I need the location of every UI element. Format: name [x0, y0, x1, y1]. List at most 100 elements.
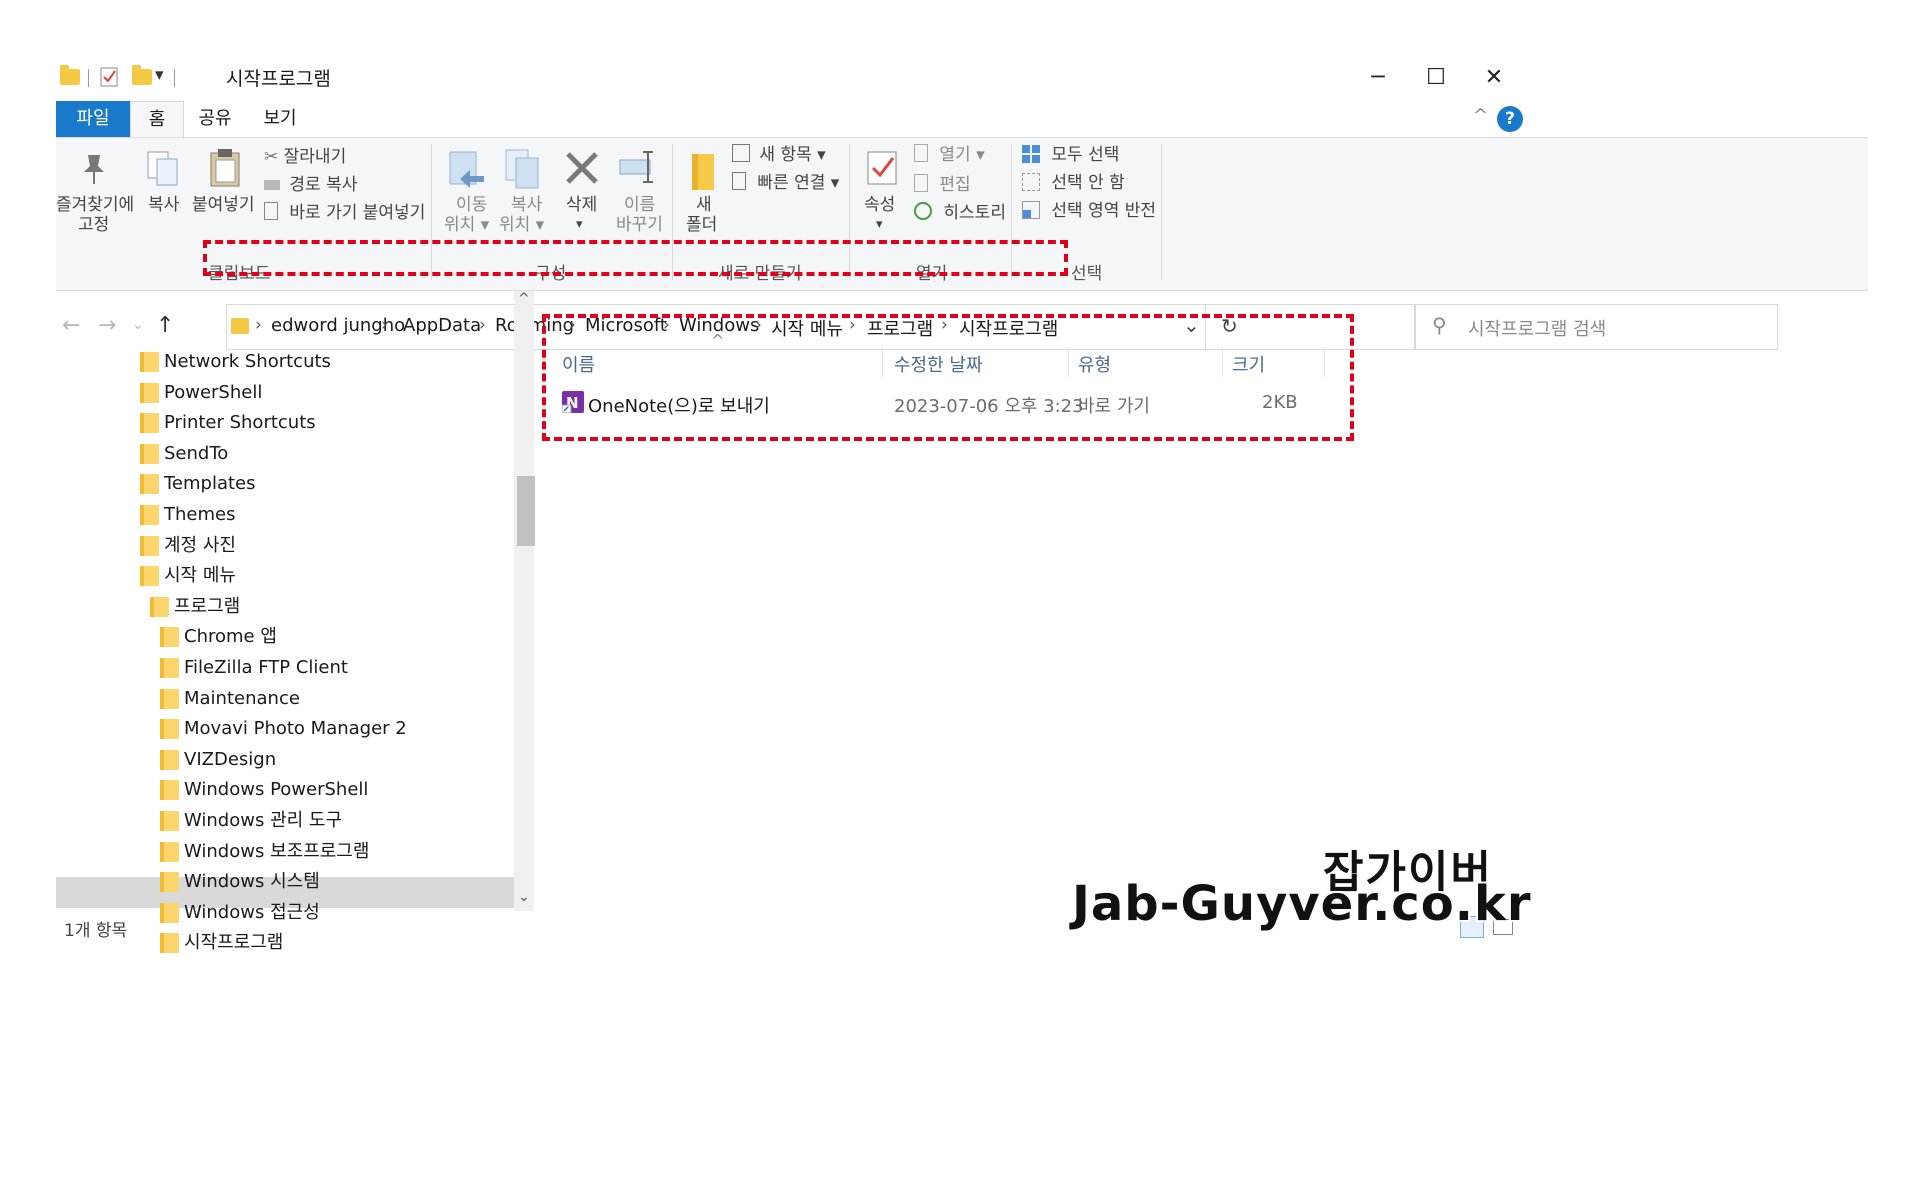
- copy-to-icon: [505, 149, 539, 189]
- tab-file[interactable]: 파일: [56, 101, 130, 137]
- address-highlight-box: [203, 240, 1068, 276]
- folder-icon: [150, 596, 169, 617]
- tree-item[interactable]: Maintenance: [160, 684, 300, 714]
- edit-icon: [914, 174, 928, 192]
- tree-item[interactable]: 계정 사진: [140, 531, 236, 561]
- tree-item-label: Windows PowerShell: [184, 779, 369, 801]
- copy-button[interactable]: 복사: [148, 194, 179, 216]
- tree-item[interactable]: PowerShell: [140, 378, 262, 408]
- scissors-icon: ✂: [264, 147, 279, 167]
- rename-icon: [619, 151, 653, 183]
- file-highlight-box: [542, 314, 1354, 441]
- tab-view[interactable]: 보기: [248, 101, 312, 137]
- tree-item[interactable]: Printer Shortcuts: [140, 408, 316, 438]
- folder-icon: [140, 505, 159, 525]
- tab-share[interactable]: 공유: [183, 101, 247, 137]
- easy-access-icon: [732, 172, 746, 190]
- rename-label-1: 이름: [624, 195, 656, 215]
- delete-button[interactable]: 삭제: [566, 194, 597, 216]
- cut-button[interactable]: ✂ 잘라내기: [264, 146, 346, 168]
- tree-item[interactable]: Chrome 앱: [160, 622, 277, 652]
- select-none-button[interactable]: 선택 안 함: [1022, 172, 1125, 194]
- tree-item-label: VIZDesign: [184, 748, 277, 770]
- paste-shortcut-icon: [264, 202, 278, 220]
- navigation-pane: Network Shortcuts PowerShell Printer Short…: [56, 291, 535, 954]
- copy-path-label: 경로 복사: [289, 175, 358, 195]
- copyto-label-1: 복사: [511, 195, 543, 215]
- select-group-label: 선택: [1071, 264, 1103, 284]
- easy-access-button[interactable]: 빠른 연결 ▾: [732, 172, 839, 194]
- tree-item-label: 프로그램: [174, 595, 241, 617]
- new-item-button[interactable]: 새 항목 ▾: [732, 144, 826, 166]
- paste-button[interactable]: 붙여넣기: [192, 194, 255, 216]
- copy-icon: [147, 151, 178, 186]
- select-all-button[interactable]: 모두 선택: [1022, 144, 1119, 166]
- close-button[interactable]: ✕: [1458, 55, 1530, 99]
- edit-button[interactable]: 편집: [914, 174, 971, 196]
- tree-item[interactable]: Movavi Photo Manager 2: [160, 714, 407, 744]
- cut-label: 잘라내기: [283, 147, 347, 167]
- edit-label: 편집: [939, 175, 971, 195]
- open-label: 열기 ▾: [939, 145, 985, 165]
- folder-icon: [140, 413, 159, 434]
- folder-icon: [160, 780, 179, 801]
- folder-icon: [160, 627, 179, 648]
- pin-label-1: 즐겨찾기에: [56, 195, 135, 215]
- tree-item[interactable]: Windows PowerShell: [160, 775, 368, 805]
- move-label-1: 이동: [456, 195, 488, 215]
- select-all-label: 모두 선택: [1051, 145, 1120, 165]
- folder-icon: [160, 688, 179, 709]
- tree-item[interactable]: Windows 관리 도구: [160, 806, 342, 836]
- scrollbar-thumb[interactable]: [517, 476, 535, 546]
- open-button[interactable]: 열기 ▾: [914, 144, 985, 166]
- tree-item[interactable]: Network Shortcuts: [140, 347, 331, 377]
- new-folder-label-2: 폴더: [686, 215, 718, 235]
- tree-item[interactable]: Templates: [140, 469, 256, 499]
- tab-home[interactable]: 홈: [130, 101, 184, 138]
- easy-access-label: 빠른 연결 ▾: [757, 173, 840, 193]
- history-button[interactable]: 히스토리: [914, 202, 1006, 224]
- collapse-ribbon-icon[interactable]: ^: [1473, 105, 1488, 126]
- folder-icon: [160, 872, 179, 893]
- tree-item-label: PowerShell: [164, 381, 263, 403]
- scroll-down-arrow[interactable]: ⌄: [518, 889, 530, 905]
- tree-item[interactable]: 시작 메뉴: [140, 561, 236, 591]
- properties-check-icon[interactable]: [100, 67, 120, 87]
- invert-selection-button[interactable]: 선택 영역 반전: [1022, 200, 1156, 222]
- tree-item[interactable]: Windows 보조프로그램: [160, 837, 369, 867]
- properties-button[interactable]: 속성: [864, 194, 895, 216]
- title-bar: ▾ 시작프로그램 ─ ☐ ✕: [56, 55, 1868, 99]
- tree-item[interactable]: 시작프로그램: [160, 928, 283, 958]
- tree-item[interactable]: VIZDesign: [160, 745, 276, 775]
- search-box[interactable]: ⚲ 시작프로그램 검색: [1415, 304, 1778, 350]
- tree-item-label: 계정 사진: [164, 534, 236, 556]
- folder-icon: [160, 811, 179, 831]
- copy-path-button[interactable]: 경로 복사: [264, 174, 357, 196]
- tree-item-label: Chrome 앱: [184, 626, 277, 648]
- tree-item[interactable]: Windows 접근성: [160, 898, 320, 928]
- new-folder-quick-icon[interactable]: [132, 65, 152, 85]
- folder-icon: [140, 443, 159, 464]
- status-item-count: 1개 항목: [64, 921, 128, 941]
- tree-item[interactable]: SendTo: [140, 439, 228, 469]
- invert-selection-label: 선택 영역 반전: [1051, 201, 1157, 221]
- folder-icon: [160, 841, 179, 862]
- history-icon: [914, 202, 932, 220]
- tree-scrollbar[interactable]: ^ ⌄: [514, 291, 535, 911]
- tree-item[interactable]: FileZilla FTP Client: [160, 653, 348, 683]
- move-label-2: 위치 ▾: [444, 215, 490, 235]
- folder-icon: [140, 474, 159, 495]
- tree-item-label: 시작 메뉴: [164, 565, 236, 587]
- paste-shortcut-button[interactable]: 바로 가기 붙여넣기: [264, 202, 425, 224]
- scroll-up-arrow[interactable]: ^: [518, 291, 530, 307]
- tree-item[interactable]: 프로그램: [150, 592, 240, 622]
- properties-dropdown-icon[interactable]: ▾: [876, 214, 883, 236]
- tree-item-label: Windows 보조프로그램: [184, 840, 370, 862]
- tree-item[interactable]: Themes: [140, 500, 235, 530]
- folder-icon: [160, 902, 179, 923]
- search-placeholder[interactable]: 시작프로그램 검색: [1468, 315, 1606, 341]
- tree-item[interactable]: Windows 시스템: [160, 867, 320, 897]
- delete-dropdown-icon[interactable]: ▾: [576, 214, 583, 236]
- help-icon[interactable]: ?: [1497, 106, 1523, 132]
- customize-toolbar-icon[interactable]: ▾: [155, 65, 164, 85]
